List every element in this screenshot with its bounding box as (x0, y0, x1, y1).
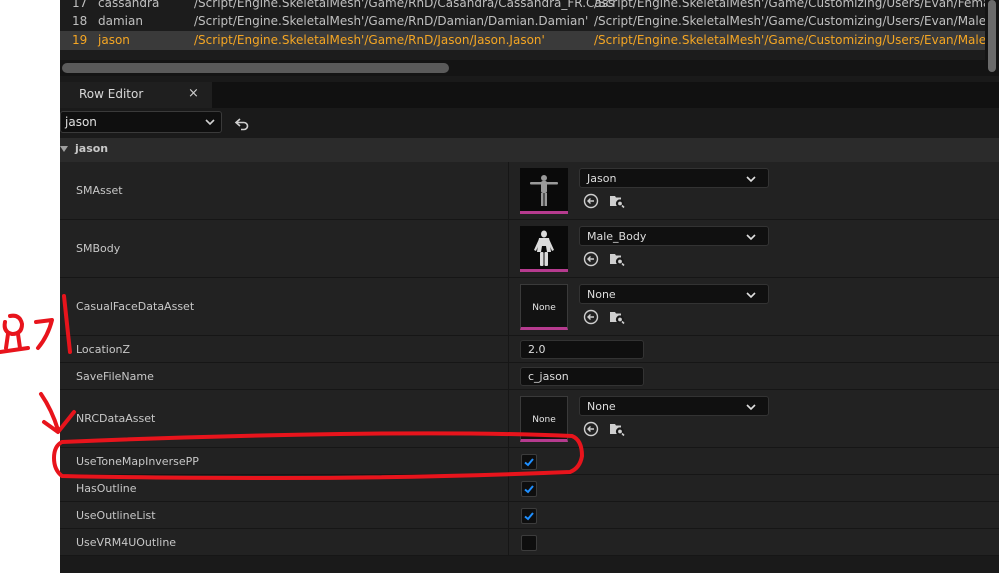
asset-thumbnail[interactable]: None (520, 396, 568, 442)
thumbnail-none-label: None (532, 303, 556, 313)
column-divider (508, 502, 509, 528)
column-divider (508, 448, 509, 474)
table-row[interactable]: 18 damian /Script/Engine.SkeletalMesh'/G… (60, 12, 985, 31)
input-value: c_jason (528, 370, 569, 383)
asset-picker-dropdown[interactable]: Jason (579, 168, 769, 188)
asset-thumbnail[interactable] (520, 226, 568, 272)
asset-value: None (587, 288, 616, 301)
chevron-down-icon (746, 234, 756, 241)
property-row-usevrm4uoutline: UseVRM4UOutline (60, 529, 999, 556)
scrollbar-thumb[interactable] (988, 0, 996, 72)
tab-bar: Row Editor × (60, 82, 999, 108)
asset-picker-dropdown[interactable]: None (579, 396, 769, 416)
useoutlinelist-checkbox[interactable] (521, 508, 537, 524)
input-value: 2.0 (528, 343, 546, 356)
asset-value: Jason (587, 172, 617, 185)
use-selected-asset-icon[interactable] (583, 251, 599, 267)
column-divider (508, 162, 509, 219)
row-editor-toolbar: jason (60, 108, 999, 138)
browse-asset-icon[interactable] (609, 309, 625, 325)
column-divider (508, 220, 509, 277)
browse-asset-icon[interactable] (609, 193, 625, 209)
property-row-usetonemapinversepp: UseToneMapInversePP (60, 448, 999, 475)
column-divider (508, 278, 509, 335)
horizontal-scrollbar[interactable] (60, 60, 985, 76)
property-row-smbody: SMBody Male_Body (60, 220, 999, 278)
usetonemapinversepp-checkbox[interactable] (521, 454, 537, 470)
section-title: jason (75, 142, 109, 155)
table-row-selected[interactable]: 19 jason /Script/Engine.SkeletalMesh'/Ga… (60, 31, 985, 50)
browse-asset-icon[interactable] (609, 251, 625, 267)
row-number: 18 (72, 14, 88, 28)
row-smbody-cell: /Script/Engine.SkeletalMesh'/Game/Custom… (594, 33, 985, 47)
asset-thumbnail[interactable]: None (520, 284, 568, 330)
locationz-input[interactable]: 2.0 (520, 340, 644, 359)
property-label: SMAsset (76, 184, 123, 197)
row-number: 19 (72, 33, 88, 47)
property-label: NRCDataAsset (76, 412, 156, 425)
row-smasset-cell: /Script/Engine.SkeletalMesh'/Game/RnD/Da… (194, 14, 589, 28)
chevron-down-icon (746, 292, 756, 299)
checkmark-icon (524, 458, 534, 467)
column-divider (508, 390, 509, 447)
row-select-dropdown[interactable]: jason (60, 111, 222, 133)
use-selected-asset-icon[interactable] (583, 421, 599, 437)
row-name: jason (98, 33, 130, 47)
property-label: UseToneMapInversePP (76, 455, 199, 468)
asset-picker-dropdown[interactable]: None (579, 284, 769, 304)
property-row-nrcdataasset: NRCDataAsset None None (60, 390, 999, 448)
chevron-down-icon (746, 176, 756, 183)
tab-label: Row Editor (79, 87, 144, 101)
asset-value: None (587, 400, 616, 413)
usevrm4uoutline-checkbox[interactable] (521, 535, 537, 551)
property-row-useoutlinelist: UseOutlineList (60, 502, 999, 529)
collapse-arrow-icon[interactable] (60, 146, 68, 152)
asset-picker-dropdown[interactable]: Male_Body (579, 226, 769, 246)
chevron-down-icon (746, 404, 756, 411)
property-row-locationz: LocationZ 2.0 (60, 336, 999, 363)
savefilename-input[interactable]: c_jason (520, 367, 644, 386)
property-label: CasualFaceDataAsset (76, 300, 195, 313)
property-label: UseVRM4UOutline (76, 536, 177, 549)
property-label: SaveFileName (76, 370, 154, 383)
close-icon[interactable]: × (188, 86, 199, 101)
asset-value: Male_Body (587, 230, 647, 243)
column-divider (508, 529, 509, 555)
property-row-smasset: SMAsset Jason (60, 162, 999, 220)
checkmark-icon (524, 485, 534, 494)
empty-panel-area (60, 556, 999, 573)
property-label: LocationZ (76, 343, 131, 356)
body-mesh-icon (534, 230, 554, 266)
column-divider (508, 336, 509, 362)
property-label: SMBody (76, 242, 121, 255)
row-select-value: jason (65, 115, 97, 129)
asset-thumbnail[interactable] (520, 168, 568, 214)
use-selected-asset-icon[interactable] (583, 309, 599, 325)
browse-asset-icon[interactable] (609, 421, 625, 437)
property-label: HasOutline (76, 482, 137, 495)
property-label: UseOutlineList (76, 509, 156, 522)
vertical-scrollbar[interactable] (985, 0, 999, 76)
scrollbar-thumb[interactable] (62, 63, 449, 73)
row-smbody-cell: /Script/Engine.SkeletalMesh'/Game/Custom… (594, 14, 985, 28)
reset-undo-icon[interactable] (234, 115, 250, 131)
row-name: damian (98, 14, 143, 28)
row-smasset-cell: /Script/Engine.SkeletalMesh'/Game/RnD/Ja… (194, 33, 545, 47)
property-row-casualfacedataasset: CasualFaceDataAsset None None (60, 278, 999, 336)
chevron-down-icon (205, 119, 215, 126)
character-mesh-icon (530, 175, 558, 206)
column-divider (508, 475, 509, 501)
property-row-savefilename: SaveFileName c_jason (60, 363, 999, 390)
data-table-editor: 17 cassandra /Script/Engine.SkeletalMesh… (60, 0, 999, 573)
thumbnail-none-label: None (532, 415, 556, 425)
section-header[interactable]: jason (60, 138, 999, 163)
tab-row-editor[interactable]: Row Editor × (60, 82, 212, 108)
property-row-hasoutline: HasOutline (60, 475, 999, 502)
data-table-grid: 17 cassandra /Script/Engine.SkeletalMesh… (60, 0, 999, 76)
column-divider (508, 363, 509, 389)
checkmark-icon (524, 512, 534, 521)
hasoutline-checkbox[interactable] (521, 481, 537, 497)
use-selected-asset-icon[interactable] (583, 193, 599, 209)
